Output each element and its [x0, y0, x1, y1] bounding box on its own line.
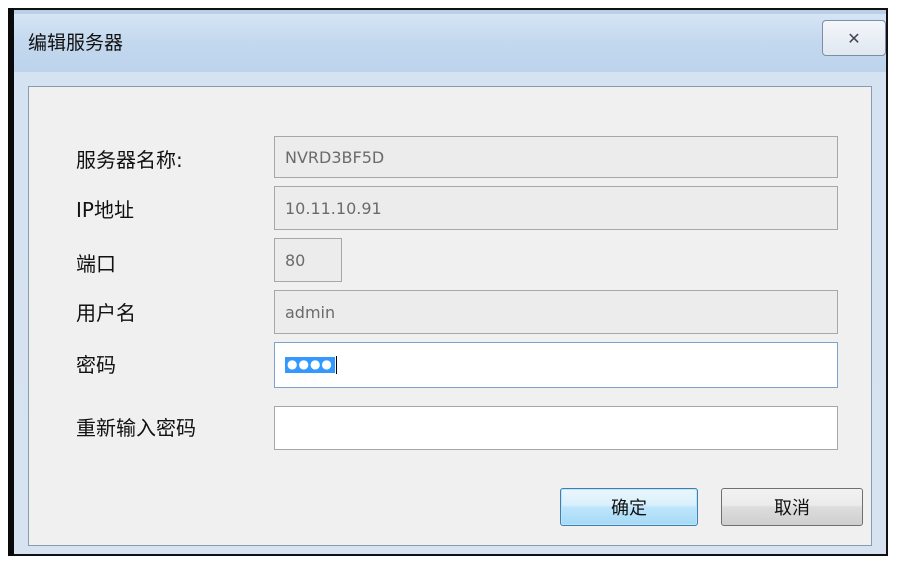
port-value: 80 [285, 250, 306, 270]
ip-value: 10.11.10.91 [285, 198, 382, 218]
username-label: 用户名 [76, 301, 136, 325]
close-icon: ✕ [847, 28, 861, 48]
text-caret [335, 356, 337, 374]
server-name-value: NVRD3BF5D [285, 147, 385, 167]
dialog-title: 编辑服务器 [28, 32, 124, 54]
ok-button[interactable]: 确定 [560, 488, 698, 526]
password-value: ●●●● [285, 357, 335, 373]
password-field[interactable]: ●●●● [274, 342, 838, 388]
ip-field[interactable]: 10.11.10.91 [274, 186, 838, 230]
cancel-button[interactable]: 取消 [721, 488, 863, 526]
port-field[interactable]: 80 [274, 238, 342, 282]
background-strip [8, 8, 14, 556]
close-button[interactable]: ✕ [822, 20, 886, 56]
port-label: 端口 [76, 252, 116, 276]
username-value: admin [285, 302, 336, 322]
server-name-field[interactable]: NVRD3BF5D [274, 136, 838, 178]
ip-label: IP地址 [76, 198, 134, 222]
password-label: 密码 [76, 353, 116, 377]
title-bar[interactable] [14, 14, 886, 72]
server-name-label: 服务器名称: [76, 148, 183, 172]
username-field[interactable]: admin [274, 290, 838, 334]
confirm-password-label: 重新输入密码 [76, 416, 196, 440]
confirm-password-field[interactable] [274, 406, 838, 450]
